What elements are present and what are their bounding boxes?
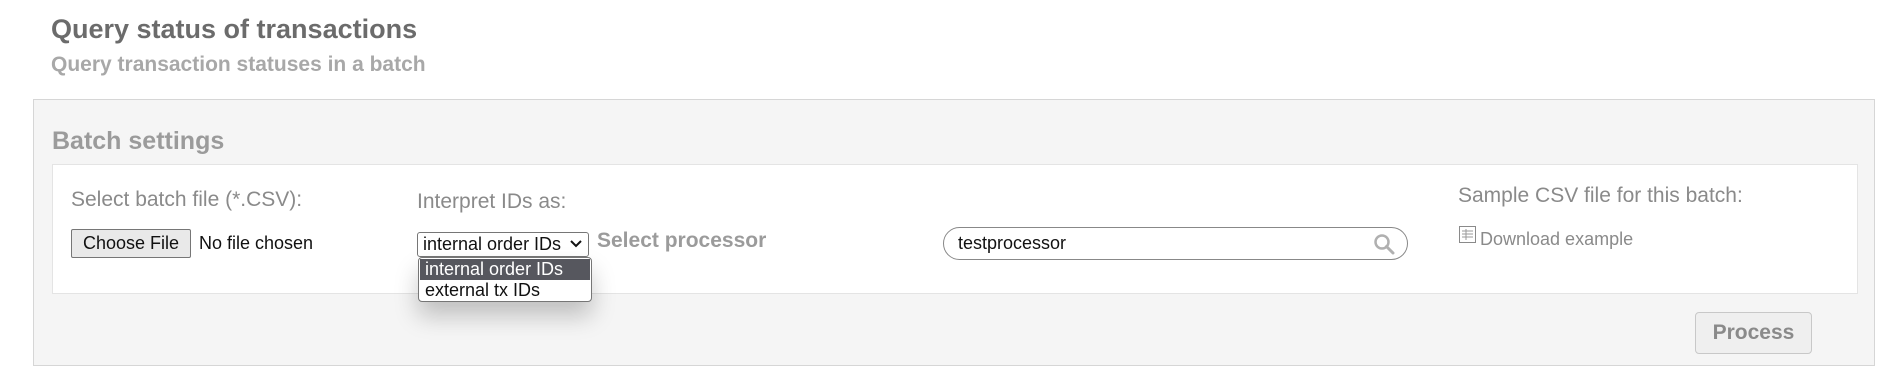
file-status: No file chosen [199, 233, 314, 253]
page-title: Query status of transactions [51, 14, 418, 44]
processor-search-box [943, 227, 1408, 260]
interpret-ids-dropdown: internal order IDs external tx IDs [418, 257, 592, 302]
choose-file-button[interactable]: Choose File [71, 229, 191, 258]
interpret-ids-select[interactable]: internal order IDs [417, 232, 589, 257]
dropdown-option-external-tx-ids[interactable]: external tx IDs [420, 280, 590, 301]
interpret-ids-label: Interpret IDs as: [417, 190, 567, 213]
download-example-label: Download example [1480, 229, 1634, 249]
page-header: Query status of transactions Query trans… [51, 12, 426, 78]
process-button[interactable]: Process [1695, 312, 1812, 354]
batch-settings-panel: Batch settings Select batch file (*.CSV)… [33, 99, 1875, 366]
interpret-ids-selected-value: internal order IDs [423, 234, 562, 254]
page-subtitle: Query transaction statuses in a batch [51, 53, 426, 76]
sample-csv-label: Sample CSV file for this batch: [1458, 184, 1743, 207]
chevron-down-icon [570, 240, 582, 248]
search-icon[interactable] [1373, 233, 1395, 255]
batch-settings-form: Select batch file (*.CSV): Choose File N… [52, 164, 1858, 294]
download-example-link[interactable]: Download example [1458, 226, 1634, 250]
csv-file-icon [1459, 226, 1476, 243]
batch-file-label: Select batch file (*.CSV): [71, 188, 303, 211]
processor-search-input[interactable] [958, 232, 1358, 255]
dropdown-option-internal-order-ids[interactable]: internal order IDs [420, 259, 590, 280]
select-processor-label: Select processor [597, 229, 767, 252]
batch-settings-title: Batch settings [52, 127, 225, 155]
